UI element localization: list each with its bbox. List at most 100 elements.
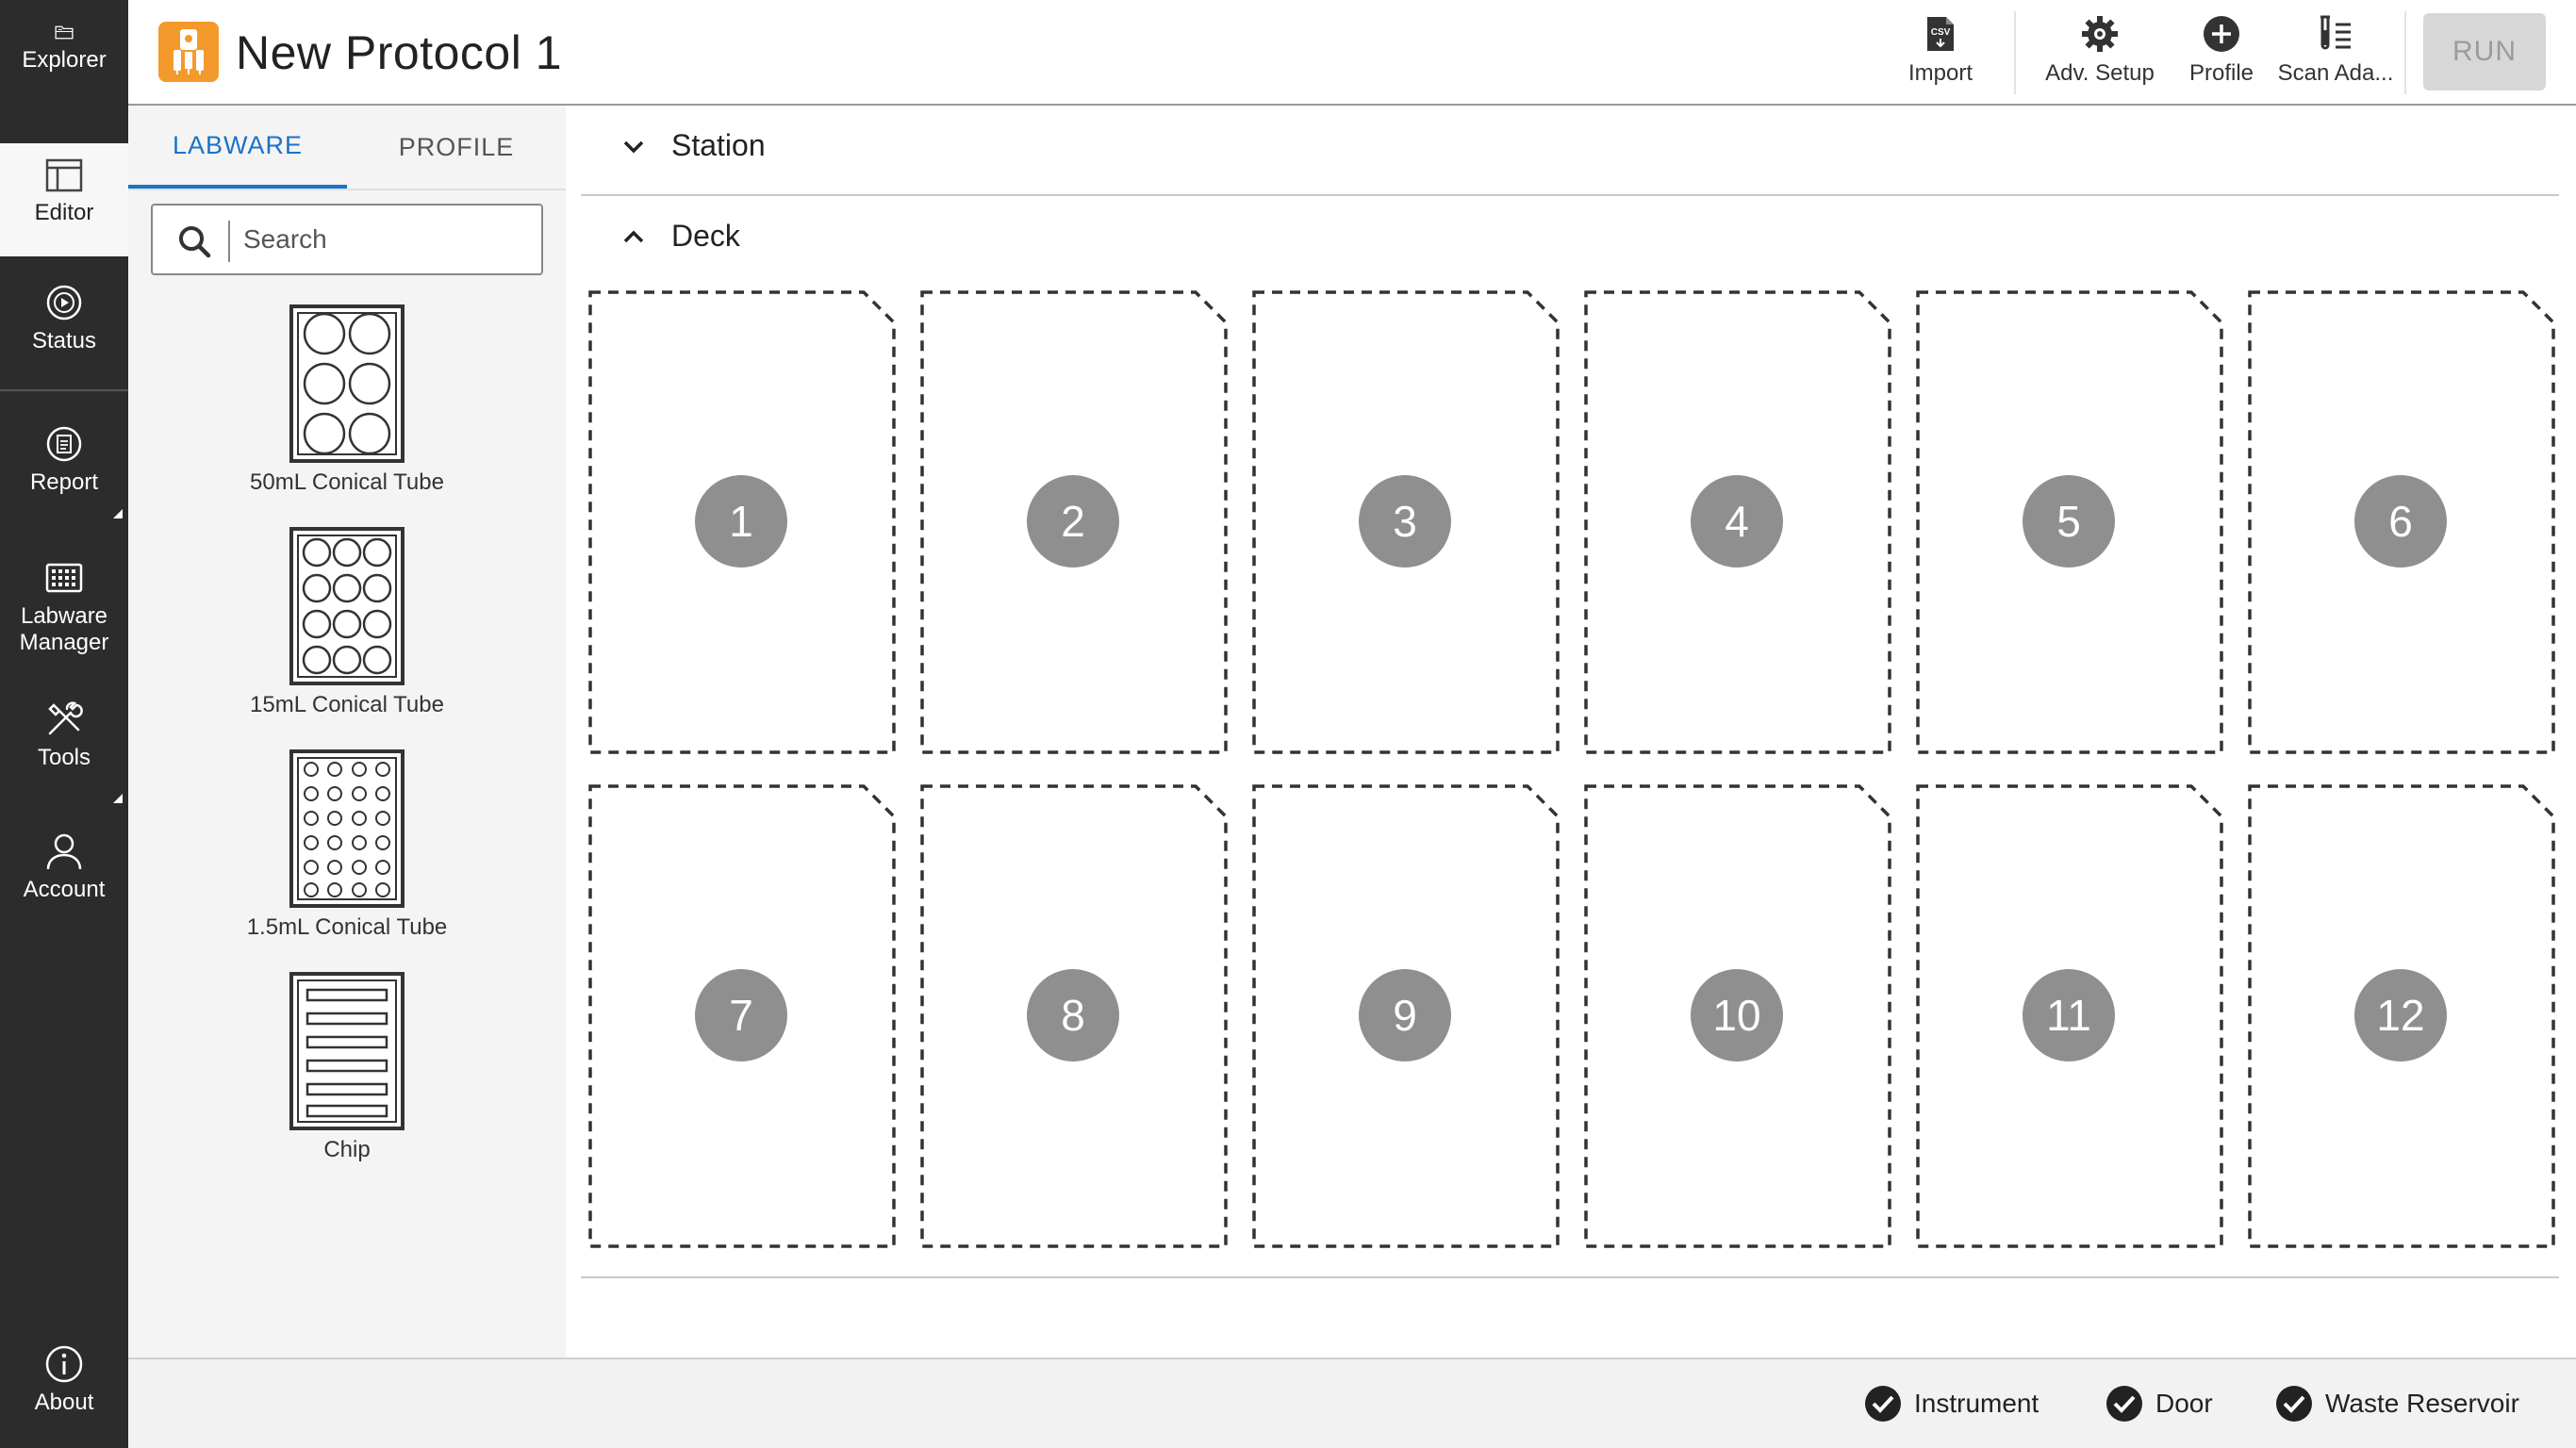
slot-number-badge: 10 (1691, 969, 1783, 1061)
deck-slot-6[interactable]: 6 (2246, 288, 2557, 756)
labware-item-15ml-conical-tube[interactable]: 15mL Conical Tube (128, 526, 566, 718)
import-button[interactable]: CSV Import (1880, 13, 2001, 94)
check-circle-icon (1865, 1386, 1901, 1422)
tube-rack-12-icon (289, 527, 405, 685)
nav-label: Tools (37, 745, 91, 770)
info-icon (45, 1345, 83, 1383)
slot-number-badge: 8 (1027, 969, 1119, 1061)
labware-label: 15mL Conical Tube (250, 692, 444, 717)
submenu-indicator (113, 509, 123, 518)
deck-slot-10[interactable]: 10 (1582, 782, 1893, 1250)
slot-number-badge: 5 (2023, 475, 2115, 568)
main-content: Station Deck 1 2 3 4 5 6 7 8 9 10 11 12 (566, 106, 2576, 1358)
deck-section-header[interactable]: Deck (619, 219, 740, 254)
labware-item-50ml-conical-tube[interactable]: 50mL Conical Tube (128, 304, 566, 496)
submenu-indicator (113, 794, 123, 803)
nav-label: Editor (34, 200, 94, 225)
deck-slot-7[interactable]: 7 (586, 782, 898, 1250)
slot-number-badge: 3 (1359, 475, 1451, 568)
nav-label: Labware Manager (19, 603, 109, 655)
slot-number-badge: 12 (2354, 969, 2447, 1061)
play-circle-icon (46, 285, 82, 321)
nav-label: Explorer (22, 47, 107, 73)
search-divider (228, 221, 230, 262)
deck-slot-4[interactable]: 4 (1582, 288, 1893, 756)
tab-labware[interactable]: LABWARE (128, 106, 347, 189)
slot-number-badge: 9 (1359, 969, 1451, 1061)
nav-item-editor[interactable]: Editor (0, 143, 128, 256)
labware-label: 50mL Conical Tube (250, 469, 444, 495)
app-logo (158, 22, 219, 82)
chevron-down-icon (623, 140, 644, 153)
tabs-divider (128, 189, 566, 190)
deck-bottom-divider (581, 1276, 2559, 1278)
editor-icon (45, 158, 83, 192)
page-title: New Protocol 1 (236, 26, 563, 79)
deck-slot-9[interactable]: 9 (1250, 782, 1561, 1250)
app-header: New Protocol 1 CSV Import Adv. Setup Pro… (128, 0, 2576, 106)
status-label: Door (2155, 1389, 2213, 1418)
slot-number-badge: 2 (1027, 475, 1119, 568)
scan-adapter-button[interactable]: Scan Ada... (2265, 13, 2406, 94)
status-waste-reservoir: Waste Reservoir (2274, 1384, 2519, 1423)
labware-panel: LABWARE PROFILE 50mL Conical Tube (128, 106, 566, 1358)
status-bar: Instrument Door Waste Reservoir (128, 1358, 2576, 1448)
deck-slot-5[interactable]: 5 (1914, 288, 2225, 756)
labware-item-chip[interactable]: Chip (128, 971, 566, 1163)
csv-file-icon: CSV (1927, 17, 1954, 51)
toolbar-divider (2014, 11, 2016, 94)
status-instrument: Instrument (1863, 1384, 2039, 1423)
labware-label: Chip (323, 1137, 371, 1162)
toolbar-divider (2404, 11, 2406, 94)
nav-item-explorer[interactable]: Explorer (0, 0, 128, 74)
robot-logo-icon (173, 29, 204, 74)
run-button[interactable]: RUN (2423, 13, 2546, 90)
tools-icon (48, 701, 83, 735)
search-box[interactable] (151, 204, 543, 275)
station-section-header[interactable]: Station (619, 128, 766, 163)
status-label: Waste Reservoir (2325, 1389, 2519, 1418)
slot-number-badge: 11 (2023, 969, 2115, 1061)
nav-item-account[interactable]: Account (0, 830, 128, 933)
grid-icon (45, 563, 83, 593)
deck-slot-8[interactable]: 8 (918, 782, 1230, 1250)
slot-number-badge: 1 (695, 475, 787, 568)
check-circle-icon (2106, 1386, 2142, 1422)
left-nav: Explorer Editor Status Report Labware Ma… (0, 0, 128, 1448)
nav-label: About (34, 1390, 94, 1415)
deck-slot-12[interactable]: 12 (2246, 782, 2557, 1250)
folder-icon (55, 25, 74, 40)
nav-item-tools[interactable]: Tools (0, 698, 128, 801)
nav-label: Status (31, 328, 97, 354)
nav-item-status[interactable]: Status (0, 272, 128, 381)
adv-setup-button[interactable]: Adv. Setup (2029, 13, 2171, 94)
tab-profile[interactable]: PROFILE (347, 106, 566, 189)
import-label: Import (1907, 60, 1973, 86)
check-circle-icon (2276, 1386, 2312, 1422)
deck-slot-3[interactable]: 3 (1250, 288, 1561, 756)
deck-slot-2[interactable]: 2 (918, 288, 1230, 756)
nav-item-report[interactable]: Report (0, 413, 128, 517)
labware-item-1-5ml-conical-tube[interactable]: 1.5mL Conical Tube (128, 749, 566, 941)
deck-slot-1[interactable]: 1 (586, 288, 898, 756)
profile-label: Profile (2188, 60, 2254, 86)
plus-circle-icon (2204, 16, 2239, 52)
tube-list-icon (2320, 15, 2351, 50)
chevron-up-icon (623, 230, 644, 242)
report-icon (46, 426, 82, 462)
nav-label: Report (29, 469, 99, 495)
nav-item-about[interactable]: About (0, 1342, 128, 1448)
gear-icon (2082, 16, 2118, 52)
nav-divider (0, 389, 128, 391)
deck-slot-11[interactable]: 11 (1914, 782, 2225, 1250)
slot-number-badge: 4 (1691, 475, 1783, 568)
profile-button[interactable]: Profile (2169, 13, 2274, 94)
nav-item-labware-manager[interactable]: Labware Manager (0, 551, 128, 671)
search-input[interactable] (243, 206, 526, 273)
nav-label: Account (23, 877, 106, 902)
user-icon (46, 833, 82, 870)
scan-adapter-label: Scan Ada... (2277, 60, 2394, 86)
chip-icon (289, 972, 405, 1130)
slot-number-badge: 6 (2354, 475, 2447, 568)
slot-number-badge: 7 (695, 969, 787, 1061)
